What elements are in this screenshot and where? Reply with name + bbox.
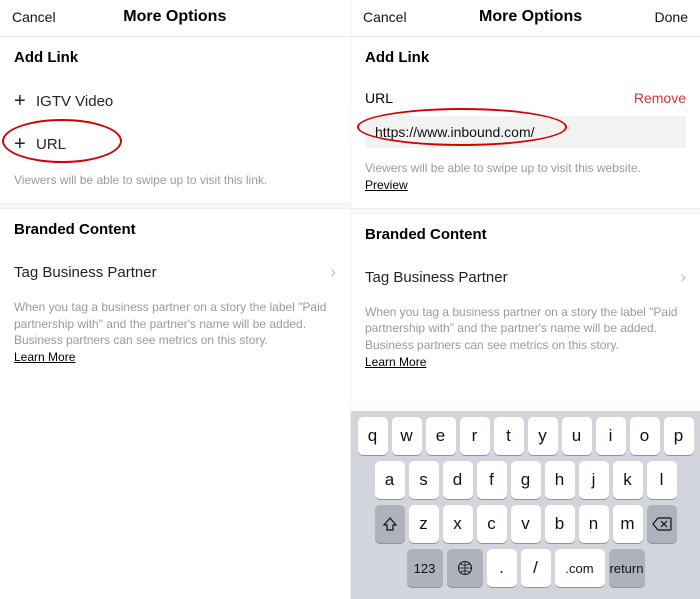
tag-business-partner-row[interactable]: Tag Business Partner ›	[351, 257, 700, 298]
key-q[interactable]: q	[358, 417, 388, 455]
url-row[interactable]: + URL	[0, 123, 350, 166]
key-slash[interactable]: /	[521, 549, 551, 587]
key-o[interactable]: o	[630, 417, 660, 455]
key-l[interactable]: l	[647, 461, 677, 499]
key-y[interactable]: y	[528, 417, 558, 455]
url-label: URL	[36, 136, 66, 153]
add-link-hint: Viewers will be able to swipe up to visi…	[0, 166, 350, 203]
key-k[interactable]: k	[613, 461, 643, 499]
tag-label: Tag Business Partner	[365, 269, 508, 286]
done-button[interactable]: Done	[655, 9, 688, 25]
key-c[interactable]: c	[477, 505, 507, 543]
key-x[interactable]: x	[443, 505, 473, 543]
keyboard-row-fn: 123 . / .com return	[355, 549, 696, 587]
key-a[interactable]: a	[375, 461, 405, 499]
shift-key[interactable]	[375, 505, 405, 543]
add-link-title: Add Link	[365, 49, 686, 66]
shift-icon	[382, 516, 398, 532]
key-e[interactable]: e	[426, 417, 456, 455]
key-p[interactable]: p	[664, 417, 694, 455]
key-t[interactable]: t	[494, 417, 524, 455]
key-m[interactable]: m	[613, 505, 643, 543]
tag-label: Tag Business Partner	[14, 264, 157, 281]
branded-hint: When you tag a business partner on a sto…	[0, 293, 350, 380]
left-panel: Cancel More Options Add Link + IGTV Vide…	[0, 0, 350, 599]
keyboard-row-2: a s d f g h j k l	[355, 461, 696, 499]
key-w[interactable]: w	[392, 417, 422, 455]
header: Cancel More Options Done	[351, 0, 700, 37]
url-label-row: URL Remove	[351, 80, 700, 110]
numbers-key[interactable]: 123	[407, 549, 443, 587]
key-z[interactable]: z	[409, 505, 439, 543]
key-d[interactable]: d	[443, 461, 473, 499]
remove-button[interactable]: Remove	[634, 90, 686, 106]
right-panel: Cancel More Options Done Add Link URL Re…	[350, 0, 700, 599]
key-f[interactable]: f	[477, 461, 507, 499]
backspace-icon	[652, 517, 672, 531]
key-r[interactable]: r	[460, 417, 490, 455]
learn-more-link[interactable]: Learn More	[14, 350, 75, 364]
plus-icon: +	[14, 90, 36, 113]
branded-content-section: Branded Content	[351, 214, 700, 257]
cancel-button[interactable]: Cancel	[12, 9, 56, 25]
preview-link[interactable]: Preview	[365, 178, 408, 192]
add-link-section: Add Link	[351, 37, 700, 80]
cancel-button[interactable]: Cancel	[363, 9, 407, 25]
header: Cancel More Options	[0, 0, 350, 37]
tag-business-partner-row[interactable]: Tag Business Partner ›	[0, 252, 350, 293]
igtv-label: IGTV Video	[36, 93, 113, 110]
add-link-hint: Viewers will be able to swipe up to visi…	[351, 154, 700, 208]
key-v[interactable]: v	[511, 505, 541, 543]
key-g[interactable]: g	[511, 461, 541, 499]
url-label: URL	[365, 90, 393, 106]
key-h[interactable]: h	[545, 461, 575, 499]
branded-title: Branded Content	[14, 221, 336, 238]
learn-more-link[interactable]: Learn More	[365, 355, 426, 369]
igtv-video-row[interactable]: + IGTV Video	[0, 80, 350, 123]
key-com[interactable]: .com	[555, 549, 605, 587]
add-link-title: Add Link	[14, 49, 336, 66]
keyboard-row-3: z x c v b n m	[355, 505, 696, 543]
key-i[interactable]: i	[596, 417, 626, 455]
page-title: More Options	[479, 8, 582, 26]
backspace-key[interactable]	[647, 505, 677, 543]
key-dot[interactable]: .	[487, 549, 517, 587]
plus-icon: +	[14, 133, 36, 156]
key-n[interactable]: n	[579, 505, 609, 543]
branded-content-section: Branded Content	[0, 209, 350, 252]
branded-hint: When you tag a business partner on a sto…	[351, 298, 700, 385]
key-b[interactable]: b	[545, 505, 575, 543]
url-input-wrap	[351, 110, 700, 154]
hint-text: Viewers will be able to swipe up to visi…	[365, 161, 641, 175]
key-u[interactable]: u	[562, 417, 592, 455]
url-input[interactable]	[365, 116, 686, 148]
key-s[interactable]: s	[409, 461, 439, 499]
page-title: More Options	[123, 8, 226, 26]
globe-icon	[457, 560, 473, 576]
branded-title: Branded Content	[365, 226, 686, 243]
branded-hint-text: When you tag a business partner on a sto…	[14, 300, 326, 348]
globe-key[interactable]	[447, 549, 483, 587]
keyboard: q w e r t y u i o p a s d f g h j k l	[351, 411, 700, 599]
branded-hint-text: When you tag a business partner on a sto…	[365, 305, 677, 353]
chevron-right-icon: ›	[330, 262, 336, 283]
add-link-section: Add Link	[0, 37, 350, 80]
keyboard-row-1: q w e r t y u i o p	[355, 417, 696, 455]
return-key[interactable]: return	[609, 549, 645, 587]
chevron-right-icon: ›	[680, 267, 686, 288]
key-j[interactable]: j	[579, 461, 609, 499]
